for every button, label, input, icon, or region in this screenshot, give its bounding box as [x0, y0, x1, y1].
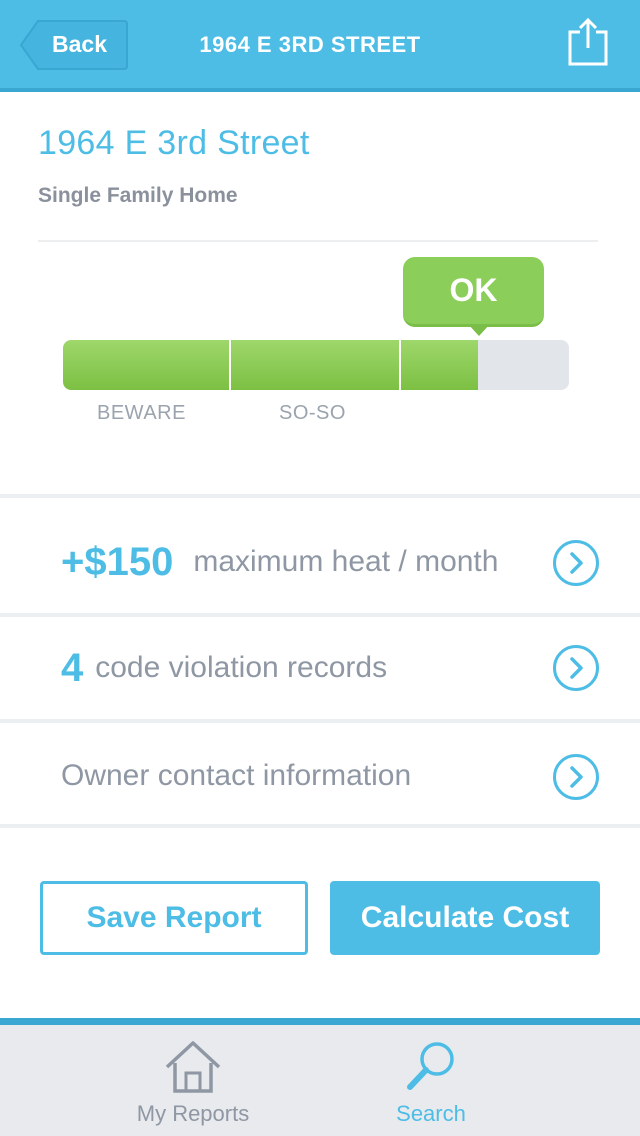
rating-badge-pointer [468, 324, 490, 336]
meter-label-soso: SO-SO [279, 402, 346, 424]
violation-count: 4 [61, 645, 84, 690]
back-button[interactable]: Back [20, 20, 128, 70]
divider [38, 240, 598, 242]
property-type: Single Family Home [38, 184, 238, 207]
tab-my-reports-label: My Reports [136, 1101, 250, 1126]
section-divider [0, 494, 640, 498]
violation-label: code violation records [95, 651, 388, 684]
meter-segment-divider [229, 340, 231, 390]
section-divider [0, 613, 640, 617]
calculate-cost-button[interactable]: Calculate Cost [330, 881, 600, 955]
rating-meter [63, 340, 569, 390]
heat-cost-label: maximum heat / month [193, 545, 499, 578]
heat-cost-row[interactable]: +$150 maximum heat / month [0, 512, 640, 612]
chevron-right-icon[interactable] [552, 644, 600, 692]
section-divider [0, 719, 640, 723]
bottom-tab-bar: My Reports Search [0, 1018, 640, 1136]
page-title: 1964 E 3RD STREET [199, 32, 421, 57]
meter-segment-divider [399, 340, 401, 390]
owner-contact-label: Owner contact information [61, 759, 412, 792]
search-icon [407, 1042, 454, 1090]
property-address: 1964 E 3rd Street [38, 124, 310, 162]
back-button-label: Back [52, 31, 107, 57]
chevron-right-icon[interactable] [552, 539, 600, 587]
tab-my-reports[interactable]: My Reports [73, 1025, 313, 1136]
rating-meter-fill [63, 340, 478, 390]
share-icon[interactable] [566, 16, 610, 68]
tab-search[interactable]: Search [311, 1025, 551, 1136]
chevron-right-icon[interactable] [552, 753, 600, 801]
rating-badge-label: OK [449, 272, 498, 308]
save-report-button[interactable]: Save Report [40, 881, 308, 955]
meter-label-beware: BEWARE [97, 402, 186, 424]
heat-cost-value: +$150 [61, 539, 174, 584]
code-violations-row[interactable]: 4 code violation records [0, 618, 640, 718]
rating-badge: OK [403, 257, 544, 327]
top-nav-bar: Back 1964 E 3RD STREET [0, 0, 640, 92]
owner-contact-row[interactable]: Owner contact information [0, 726, 640, 826]
tab-search-label: Search [396, 1101, 466, 1126]
home-icon [165, 1041, 221, 1093]
section-divider [0, 824, 640, 828]
